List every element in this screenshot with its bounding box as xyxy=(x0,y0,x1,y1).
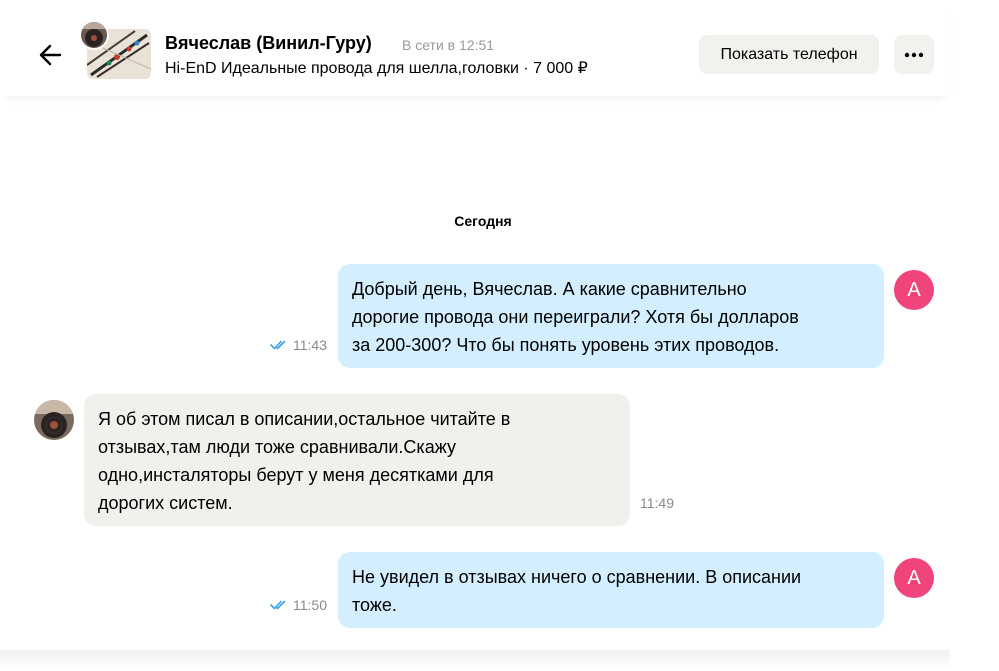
message-line: за 200-300? Что бы понять уровень этих п… xyxy=(352,335,780,355)
seller-avatar[interactable] xyxy=(34,400,74,440)
outgoing-message[interactable]: Добрый день, Вячеслав. А какие сравнител… xyxy=(338,264,884,368)
more-button[interactable] xyxy=(894,35,934,74)
message-line: дорогие провода они переиграли? Хотя бы … xyxy=(352,307,799,327)
double-check-icon xyxy=(270,600,286,610)
user-avatar[interactable]: A xyxy=(894,270,934,310)
outgoing-message[interactable]: Не увидел в отзывах ничего о сравнении. … xyxy=(338,552,884,628)
message-line: Я об этом писал в описании,остальное чит… xyxy=(98,409,511,429)
message-line: отзывах,там люди тоже сравнивали.Скажу xyxy=(98,437,456,457)
composer-shadow xyxy=(0,650,950,671)
date-separator: Сегодня xyxy=(454,213,512,229)
message-line: дорогих систем. xyxy=(98,493,233,513)
arrow-left-icon xyxy=(39,44,62,66)
message-time-text: 11:49 xyxy=(640,495,674,511)
message-line: Добрый день, Вячеслав. А какие сравнител… xyxy=(352,279,747,299)
chat-header: Вячеслав (Винил-Гуру) В сети в 12:51 Hi-… xyxy=(0,0,950,96)
message-time: 11:49 xyxy=(640,495,674,511)
user-avatar[interactable]: A xyxy=(894,558,934,598)
seller-name[interactable]: Вячеслав (Винил-Гуру) xyxy=(165,33,372,54)
incoming-message[interactable]: Я об этом писал в описании,остальное чит… xyxy=(84,394,630,526)
seller-status: В сети в 12:51 xyxy=(402,37,495,53)
message-time: 11:50 xyxy=(270,597,327,613)
ad-title-link[interactable]: Hi-EnD Идеальные провода для шелла,голов… xyxy=(165,58,588,78)
double-check-icon xyxy=(270,340,286,350)
message-time: 11:43 xyxy=(270,337,327,353)
message-line: одно,инсталяторы берут у меня десятками … xyxy=(98,465,494,485)
message-time-text: 11:43 xyxy=(293,337,327,353)
seller-mini-avatar xyxy=(79,20,109,50)
message-line: Не увидел в отзывах ничего о сравнении. … xyxy=(352,567,802,587)
ellipsis-icon xyxy=(904,52,924,57)
show-phone-button[interactable]: Показать телефон xyxy=(699,35,879,74)
message-time-text: 11:50 xyxy=(293,597,327,613)
back-button[interactable] xyxy=(34,38,68,72)
message-line: тоже. xyxy=(352,595,397,615)
